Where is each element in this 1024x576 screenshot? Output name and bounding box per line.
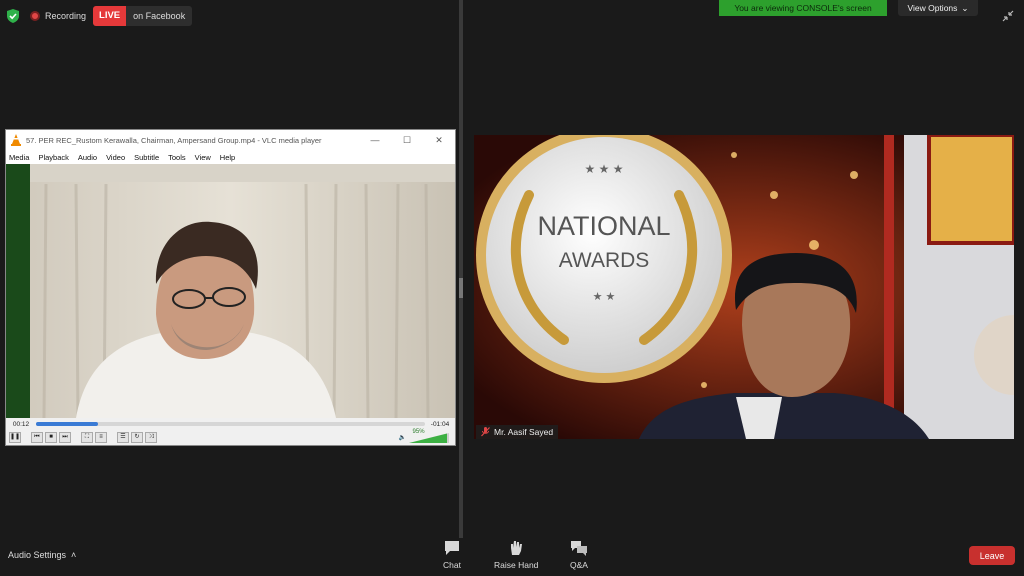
- playlist-button[interactable]: ☰: [117, 432, 129, 443]
- extended-settings-button[interactable]: ≡: [95, 432, 107, 443]
- menu-audio[interactable]: Audio: [78, 153, 97, 162]
- menu-help[interactable]: Help: [220, 153, 235, 162]
- speaker-icon: 🔈: [398, 435, 406, 441]
- chat-icon: [445, 541, 459, 555]
- split-view-divider[interactable]: [459, 0, 463, 538]
- loop-button[interactable]: ↻: [131, 432, 143, 443]
- menu-playback[interactable]: Playback: [38, 153, 68, 162]
- pause-button[interactable]: ❚❚: [9, 432, 21, 443]
- menu-media[interactable]: Media: [9, 153, 29, 162]
- fullscreen-button[interactable]: ⛶: [81, 432, 93, 443]
- exit-fullscreen-icon[interactable]: [1000, 8, 1016, 24]
- svg-text:★ ★ ★: ★ ★ ★: [585, 162, 624, 176]
- divider-grip[interactable]: [459, 278, 463, 298]
- chat-button[interactable]: Chat: [443, 540, 461, 570]
- vlc-title-bar: 57. PER REC_Rustom Kerawalla, Chairman, …: [6, 130, 455, 150]
- vlc-seek-row: 00:12 -01:04: [6, 418, 455, 430]
- zoom-webinar-window: Recording LIVE on Facebook You are viewi…: [0, 0, 1024, 576]
- vlc-cone-icon: [11, 134, 21, 146]
- participant-name: Mr. Aasif Sayed: [494, 427, 554, 437]
- raise-hand-button[interactable]: Raise Hand: [494, 540, 538, 570]
- maximize-button[interactable]: ☐: [391, 135, 423, 146]
- banner-line2: AWARDS: [559, 249, 650, 272]
- audio-settings-button[interactable]: Audio Settings ˄: [8, 550, 76, 560]
- muted-microphone-icon: [481, 427, 490, 437]
- chat-label: Chat: [443, 560, 461, 570]
- qa-icon: [571, 541, 587, 556]
- previous-button[interactable]: ⏮: [31, 432, 43, 443]
- qa-button[interactable]: Q&A: [570, 540, 588, 570]
- menu-video[interactable]: Video: [106, 153, 125, 162]
- raise-hand-icon: [511, 541, 523, 555]
- stop-button[interactable]: ■: [45, 432, 57, 443]
- minimize-button[interactable]: —: [359, 135, 391, 145]
- participant-name-tag: Mr. Aasif Sayed: [476, 425, 559, 439]
- vlc-controls: ❚❚ ⏮ ■ ⏭ ⛶ ≡ ☰ ↻ ⤨ 🔈 95%: [6, 429, 455, 445]
- seek-bar[interactable]: [36, 422, 425, 426]
- vlc-menu-bar: Media Playback Audio Video Subtitle Tool…: [6, 150, 455, 164]
- shield-check-icon: [7, 9, 19, 23]
- chevron-down-icon: ⌄: [961, 2, 969, 13]
- banner-line1: NATIONAL: [537, 211, 670, 241]
- participant-video[interactable]: NATIONAL AWARDS ★ ★ ★ ★ ★: [474, 135, 1014, 439]
- raise-hand-label: Raise Hand: [494, 560, 539, 570]
- volume-control[interactable]: 🔈 95%: [398, 429, 449, 443]
- seek-progress: [36, 422, 99, 426]
- close-button[interactable]: ✕: [423, 135, 455, 146]
- live-target-label: on Facebook: [133, 11, 186, 21]
- qa-label: Q&A: [570, 560, 588, 570]
- participant-video-frame: NATIONAL AWARDS ★ ★ ★ ★ ★: [474, 135, 1014, 439]
- menu-subtitle[interactable]: Subtitle: [134, 153, 159, 162]
- live-stream-indicator[interactable]: LIVE on Facebook: [93, 6, 193, 26]
- menu-view[interactable]: View: [195, 153, 211, 162]
- view-options-label: View Options: [907, 3, 958, 13]
- menu-tools[interactable]: Tools: [168, 153, 186, 162]
- leave-button[interactable]: Leave: [969, 546, 1015, 565]
- viewing-screen-banner: You are viewing CONSOLE's screen: [719, 0, 887, 16]
- vlc-window: 57. PER REC_Rustom Kerawalla, Chairman, …: [5, 129, 456, 446]
- next-button[interactable]: ⏭: [59, 432, 71, 443]
- live-badge: LIVE: [93, 6, 127, 26]
- svg-text:★ ★: ★ ★: [593, 291, 616, 303]
- vlc-title-text: 57. PER REC_Rustom Kerawalla, Chairman, …: [26, 135, 322, 145]
- chevron-up-icon: ˄: [71, 550, 77, 560]
- meeting-status-bar: Recording LIVE on Facebook: [6, 6, 193, 26]
- remaining-time: -01:04: [430, 420, 450, 428]
- vlc-video-area[interactable]: [6, 164, 455, 418]
- elapsed-time: 00:12: [12, 420, 30, 428]
- recording-label: Recording: [45, 11, 87, 21]
- speaker-video-frame: [6, 164, 455, 418]
- audio-settings-label: Audio Settings: [8, 550, 67, 560]
- volume-label: 95%: [412, 428, 425, 435]
- view-options-button[interactable]: View Options ⌄: [898, 0, 978, 16]
- recording-icon: [30, 11, 40, 21]
- shuffle-button[interactable]: ⤨: [145, 432, 157, 443]
